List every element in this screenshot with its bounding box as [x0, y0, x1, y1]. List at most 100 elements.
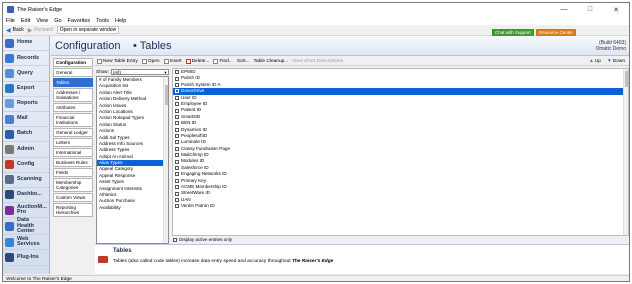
entry-icon [175, 127, 179, 132]
entry-icon [175, 153, 179, 158]
close-icon[interactable]: ✕ [603, 3, 629, 16]
sidebar-item-records[interactable]: Records [3, 51, 49, 67]
entries-list: EPMID Parish ID Parish System ID A DonorDri… [172, 68, 629, 236]
web-services-icon [5, 237, 14, 247]
sidebar-item-mail[interactable]: Mail [3, 112, 49, 128]
tab-membership[interactable]: Membership Categories [53, 178, 93, 192]
maximize-icon[interactable]: □ [577, 3, 603, 16]
tab-configuration[interactable]: Configuration [53, 58, 93, 67]
sidebar-item-query[interactable]: Query [3, 66, 49, 82]
home-icon [5, 38, 14, 48]
tab-financial[interactable]: Financial Institutions [53, 113, 93, 127]
tab-custom-views[interactable]: Custom Views [53, 193, 93, 202]
view-short-descriptions-button[interactable]: View Short Descriptions [292, 59, 343, 64]
tables-toolbar: New Table Entry Open Insert Delete... Fi… [95, 57, 629, 66]
sidebar-item-label: Plug-Ins [17, 253, 39, 260]
menu-bar: File Edit View Go Favorites Tools Help [3, 16, 629, 25]
insert-button[interactable]: Insert [163, 58, 182, 64]
sort-button[interactable]: Sort... [237, 59, 250, 64]
menu-go[interactable]: Go [54, 18, 61, 24]
new-table-entry-button[interactable]: New Table Entry [97, 58, 138, 64]
list-item-label: Adopt An Animal [99, 153, 133, 159]
list-item-label: Athletics [99, 192, 117, 198]
list-item[interactable]: Verdin Patron ID [173, 203, 628, 209]
down-button[interactable]: ▼ Down [607, 59, 625, 64]
show-select[interactable]: (All) ▼ [110, 68, 169, 75]
page-title: • Tables [133, 40, 172, 52]
sidebar-item-label: Scanning [17, 176, 42, 183]
sidebar-item-admin[interactable]: Admin [3, 142, 49, 158]
tab-letters[interactable]: Letters [53, 138, 93, 147]
open-separate-window-button[interactable]: Open in separate window [56, 26, 120, 34]
open-button[interactable]: Open [141, 58, 160, 64]
menu-help[interactable]: Help [115, 18, 126, 24]
sidebar-item-label: Web Services [17, 235, 40, 248]
delete-button[interactable]: Delete... [185, 58, 209, 64]
resource-center-button[interactable]: Resource Center [536, 29, 577, 36]
entry-icon [175, 166, 179, 171]
display-active-toggle[interactable]: Display active entries only [173, 237, 232, 242]
entry-icon [175, 70, 179, 75]
records-icon [5, 53, 14, 63]
list-item-label: Appeal Response [99, 172, 136, 178]
sidebar-item-label: AuctionM... Pro [17, 203, 47, 216]
tab-addresses[interactable]: Addresses / Salutations [53, 88, 93, 102]
menu-tools[interactable]: Tools [96, 18, 109, 24]
sidebar-item-dashboard[interactable]: Dashbo... [3, 188, 49, 204]
tab-general[interactable]: General [53, 68, 93, 77]
chat-support-button[interactable]: Chat with Support [492, 29, 534, 36]
window-controls: — □ ✕ [551, 3, 629, 16]
back-button[interactable]: ◀ Back [6, 27, 24, 34]
tab-reporting[interactable]: Reporting Hierarchies [53, 203, 93, 217]
display-active-checkbox[interactable] [173, 237, 177, 242]
forward-button[interactable]: ▶ Forward [28, 27, 53, 34]
tab-tables[interactable]: Tables [53, 78, 93, 87]
show-label: Show: [96, 69, 109, 74]
tables-scrollbar[interactable] [163, 77, 168, 243]
config-icon [5, 160, 14, 170]
tab-fields[interactable]: Fields [53, 168, 93, 177]
list-item-label: Action Locations [99, 108, 133, 114]
down-arrow-icon: ▼ [606, 58, 612, 64]
sidebar-item-plugins[interactable]: Plug-Ins [3, 250, 49, 266]
reports-icon [5, 99, 14, 109]
sidebar-item-export[interactable]: Export [3, 82, 49, 97]
sidebar-item-auctionmaestro[interactable]: AuctionM... Pro [3, 203, 49, 219]
list-item-label: # of Family Members [99, 77, 142, 82]
scroll-thumb[interactable] [625, 71, 628, 87]
find-button[interactable]: Find... [213, 58, 233, 64]
forward-arrow-icon: ▶ [27, 27, 33, 34]
show-filter: Show: (All) ▼ [96, 68, 169, 75]
sidebar-item-reports[interactable]: Reports [3, 97, 49, 112]
scroll-thumb[interactable] [165, 85, 168, 105]
sidebar-item-config[interactable]: Config [3, 158, 49, 173]
tables-list: # of Family Members Acquisition list Actio… [96, 76, 169, 244]
list-item-label: Acquisition list [99, 83, 129, 89]
sidebar-item-home[interactable]: Home [3, 36, 49, 52]
entries-scrollbar[interactable] [623, 69, 628, 235]
menu-edit[interactable]: Edit [21, 18, 30, 24]
back-arrow-icon: ◀ [6, 27, 11, 34]
sidebar-item-batch[interactable]: Batch [3, 127, 49, 143]
table-cleanup-button[interactable]: Table Cleanup... [254, 59, 289, 64]
tab-general-ledger[interactable]: General Ledger [53, 128, 93, 137]
section-title: Configuration [55, 40, 121, 52]
minimize-icon[interactable]: — [551, 3, 577, 16]
admin-icon [5, 144, 14, 154]
menu-view[interactable]: View [36, 18, 48, 24]
open-icon [141, 58, 147, 64]
tab-business-rules[interactable]: Business Rules [53, 158, 93, 167]
sidebar-item-web-services[interactable]: Web Services [3, 235, 49, 251]
entry-icon [175, 95, 179, 100]
insert-icon [163, 58, 169, 64]
display-active-label: Display active entries only [179, 237, 233, 242]
tab-international[interactable]: International [53, 148, 93, 157]
sidebar-item-scanning[interactable]: Scanning [3, 173, 49, 188]
menu-favorites[interactable]: Favorites [68, 18, 91, 24]
list-item[interactable]: Availability [97, 205, 168, 211]
sidebar-item-data-health[interactable]: Data Health Center [3, 217, 49, 236]
up-button[interactable]: ▲ Up [589, 59, 601, 64]
data-health-icon [5, 221, 14, 231]
menu-file[interactable]: File [6, 18, 15, 24]
tab-attributes[interactable]: Attributes [53, 103, 93, 112]
